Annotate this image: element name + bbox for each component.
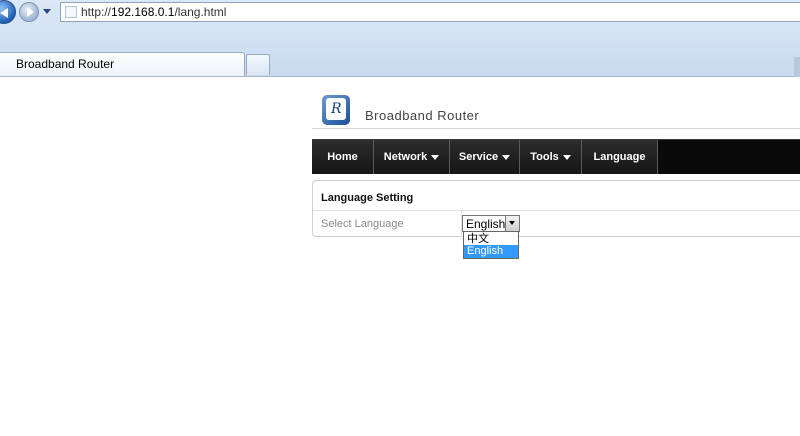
new-tab-button[interactable] [246, 54, 270, 75]
tab-broadband-router[interactable]: Broadband Router [0, 52, 245, 76]
panel-divider [313, 210, 800, 211]
back-arrow-icon[interactable] [0, 0, 16, 24]
menu-item-tools[interactable]: Tools [520, 140, 582, 174]
url-path: /lang.html [174, 5, 227, 19]
url-host: 192.168.0.1 [111, 5, 175, 19]
chevron-down-icon [502, 154, 511, 160]
language-select[interactable]: English [462, 215, 520, 232]
language-option-chinese[interactable]: 中文 [464, 232, 518, 245]
url-prefix: http:// [81, 5, 112, 19]
chevron-down-icon[interactable] [505, 216, 519, 231]
chevron-down-icon [431, 154, 440, 160]
tab-scroll-edge [794, 57, 800, 77]
url-text[interactable]: http://192.168.0.1/lang.html [81, 5, 226, 19]
menu-item-home[interactable]: Home [312, 140, 374, 174]
menu-item-language[interactable]: Language [582, 140, 658, 174]
menu-bar-fill [658, 140, 800, 174]
router-logo-inner: R [326, 98, 346, 120]
menu-item-label: Network [383, 151, 428, 163]
select-language-label: Select Language [321, 218, 404, 230]
menu-item-label: Service [458, 151, 499, 163]
router-logo-letter: R [331, 101, 342, 117]
recent-pages-chevron-down-icon[interactable] [42, 6, 52, 16]
chevron-down-icon [562, 154, 571, 160]
menu-item-label: Tools [530, 151, 559, 163]
brand-name: Broadband Router [365, 108, 480, 123]
menu-item-label: Language [593, 151, 646, 163]
menu-item-service[interactable]: Service [450, 140, 520, 174]
router-logo-icon: R [322, 95, 350, 125]
address-bar[interactable]: http://192.168.0.1/lang.html [60, 2, 800, 22]
browser-chrome: http://192.168.0.1/lang.html Broadband R… [0, 0, 800, 77]
menu-item-network[interactable]: Network [374, 140, 450, 174]
header-divider [312, 128, 800, 129]
main-menu: Home Network Service Tools Language [312, 139, 800, 174]
menu-item-label: Home [327, 151, 358, 163]
panel-title: Language Setting [321, 192, 414, 204]
language-select-value: English [466, 217, 506, 231]
language-options-list: 中文 English [463, 231, 519, 259]
tab-title: Broadband Router [16, 57, 115, 71]
language-option-english[interactable]: English [464, 245, 518, 258]
forward-arrow-icon[interactable] [19, 2, 39, 22]
language-setting-panel: Language Setting Select Language [312, 180, 800, 237]
page-icon [65, 6, 77, 18]
tab-strip: Broadband Router [0, 52, 800, 77]
